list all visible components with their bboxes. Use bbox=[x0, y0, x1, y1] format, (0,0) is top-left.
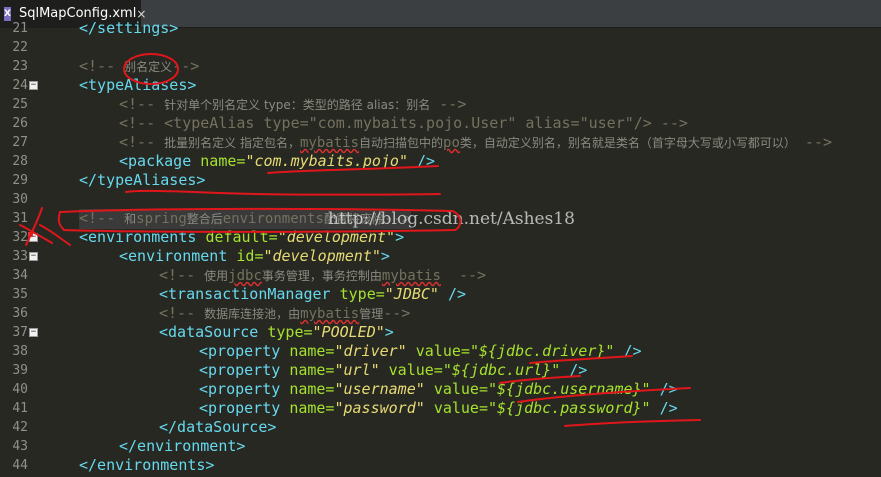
annotation-underline bbox=[499, 375, 581, 384]
annotation-arrow bbox=[39, 224, 71, 246]
annotation-underline bbox=[529, 355, 633, 364]
annotation-x-stroke bbox=[25, 207, 43, 246]
annotation-box bbox=[57, 207, 462, 233]
annotation-underline bbox=[517, 387, 691, 403]
annotation-x-stroke bbox=[19, 224, 53, 244]
annotation-underline bbox=[125, 189, 441, 196]
red-annotation-overlay bbox=[19, 53, 701, 427]
annotation-underline bbox=[564, 419, 701, 427]
annotation-underline bbox=[267, 165, 439, 174]
annotation-circle bbox=[123, 53, 179, 85]
